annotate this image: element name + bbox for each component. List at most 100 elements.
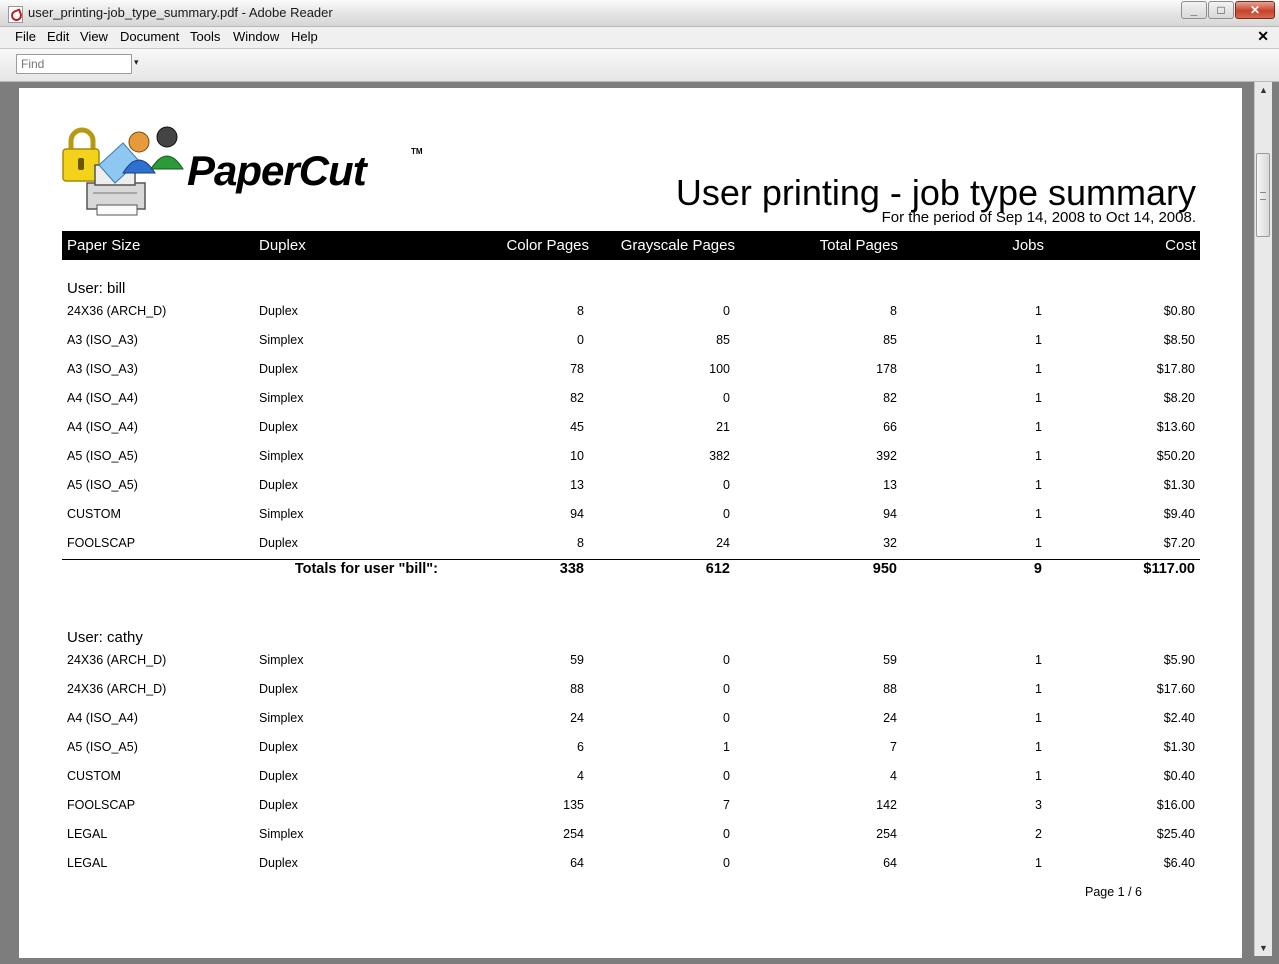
menu-view[interactable]: View — [80, 29, 108, 44]
cell-cost: $8.20 — [1163, 391, 1195, 405]
cell-cost: $1.30 — [1163, 478, 1195, 492]
cell-total-pages: 82 — [883, 391, 897, 405]
cell-grayscale-pages: 0 — [723, 391, 730, 405]
cell-paper-size: FOOLSCAP — [67, 798, 136, 812]
cell-cost: $5.90 — [1163, 653, 1195, 667]
cell-duplex: Simplex — [259, 391, 304, 405]
cell-total-pages: 85 — [883, 333, 897, 347]
cell-paper-size: A4 (ISO_A4) — [67, 391, 138, 405]
totals-color-pages: 338 — [559, 561, 584, 577]
cell-cost: $17.80 — [1156, 362, 1195, 376]
find-dropdown-icon[interactable]: ▾ — [134, 57, 139, 68]
totals-total-pages: 950 — [872, 561, 897, 577]
cell-total-pages: 13 — [883, 478, 897, 492]
cell-cost: $0.80 — [1163, 304, 1195, 318]
report-title: User printing - job type summary — [675, 172, 1196, 213]
cell-total-pages: 392 — [876, 449, 897, 463]
cell-jobs: 1 — [1035, 653, 1042, 667]
cell-jobs: 1 — [1035, 333, 1042, 347]
cell-duplex: Simplex — [259, 449, 304, 463]
cell-paper-size: A4 (ISO_A4) — [67, 420, 138, 434]
cell-color-pages: 45 — [570, 420, 584, 434]
cell-cost: $7.20 — [1163, 536, 1195, 550]
cell-duplex: Duplex — [259, 856, 298, 870]
cell-jobs: 1 — [1035, 856, 1042, 870]
cell-jobs: 1 — [1035, 362, 1042, 376]
cell-total-pages: 59 — [883, 653, 897, 667]
menu-tools[interactable]: Tools — [190, 29, 220, 44]
cell-total-pages: 178 — [876, 362, 897, 376]
vertical-scrollbar[interactable]: ▲ ▼ — [1254, 82, 1272, 956]
cell-total-pages: 32 — [883, 536, 897, 550]
cell-cost: $25.40 — [1156, 827, 1195, 841]
cell-color-pages: 254 — [563, 827, 584, 841]
cell-color-pages: 8 — [577, 304, 584, 318]
cell-paper-size: A3 (ISO_A3) — [67, 362, 138, 376]
report-period: For the period of Sep 14, 2008 to Oct 14… — [881, 209, 1196, 226]
cell-total-pages: 24 — [883, 711, 897, 725]
cell-color-pages: 94 — [570, 507, 584, 521]
cell-duplex: Duplex — [259, 304, 298, 318]
scroll-thumb[interactable] — [1256, 153, 1270, 237]
menu-edit[interactable]: Edit — [47, 29, 69, 44]
cell-cost: $13.60 — [1156, 420, 1195, 434]
col-header-jobs: Jobs — [1012, 237, 1044, 254]
cell-total-pages: 142 — [876, 798, 897, 812]
cell-color-pages: 88 — [570, 682, 584, 696]
user-label: User: cathy — [67, 629, 143, 646]
cell-duplex: Duplex — [259, 740, 298, 754]
totals-divider — [62, 559, 1200, 560]
window-title: user_printing-job_type_summary.pdf - Ado… — [28, 5, 333, 20]
cell-color-pages: 64 — [570, 856, 584, 870]
scroll-up-icon[interactable]: ▲ — [1255, 82, 1272, 98]
maximize-button[interactable]: □ — [1208, 1, 1234, 19]
cell-total-pages: 64 — [883, 856, 897, 870]
col-header-cost: Cost — [1165, 237, 1196, 254]
cell-jobs: 1 — [1035, 507, 1042, 521]
menu-help[interactable]: Help — [291, 29, 318, 44]
menu-document[interactable]: Document — [120, 29, 179, 44]
cell-color-pages: 4 — [577, 769, 584, 783]
cell-cost: $1.30 — [1163, 740, 1195, 754]
cell-grayscale-pages: 0 — [723, 653, 730, 667]
pdf-file-icon — [8, 6, 23, 23]
cell-duplex: Duplex — [259, 478, 298, 492]
scroll-down-icon[interactable]: ▼ — [1255, 940, 1272, 956]
cell-color-pages: 135 — [563, 798, 584, 812]
cell-duplex: Duplex — [259, 362, 298, 376]
close-icon: ✕ — [1249, 3, 1261, 17]
find-input[interactable] — [17, 55, 133, 73]
cell-total-pages: 8 — [890, 304, 897, 318]
cell-duplex: Duplex — [259, 798, 298, 812]
cell-jobs: 1 — [1035, 711, 1042, 725]
cell-grayscale-pages: 21 — [716, 420, 730, 434]
minimize-button[interactable]: _ — [1181, 1, 1207, 19]
cell-duplex: Duplex — [259, 420, 298, 434]
cell-cost: $8.50 — [1163, 333, 1195, 347]
cell-grayscale-pages: 0 — [723, 304, 730, 318]
page-number: Page 1 / 6 — [1085, 885, 1142, 899]
cell-jobs: 1 — [1035, 449, 1042, 463]
cell-jobs: 1 — [1035, 682, 1042, 696]
maximize-icon: □ — [1217, 3, 1225, 17]
close-button[interactable]: ✕ — [1235, 1, 1275, 19]
cell-grayscale-pages: 24 — [716, 536, 730, 550]
menu-window[interactable]: Window — [233, 29, 279, 44]
document-close-icon[interactable]: ✕ — [1257, 28, 1269, 45]
menu-file[interactable]: File — [15, 29, 36, 44]
cell-grayscale-pages: 0 — [723, 507, 730, 521]
cell-paper-size: FOOLSCAP — [67, 536, 136, 550]
col-header-total-pages: Total Pages — [819, 237, 898, 254]
cell-grayscale-pages: 85 — [716, 333, 730, 347]
col-header-color-pages: Color Pages — [506, 237, 589, 254]
totals-cost: $117.00 — [1143, 561, 1195, 577]
cell-jobs: 1 — [1035, 536, 1042, 550]
cell-duplex: Duplex — [259, 682, 298, 696]
totals-grayscale-pages: 612 — [705, 561, 730, 577]
cell-cost: $16.00 — [1156, 798, 1195, 812]
cell-grayscale-pages: 0 — [723, 827, 730, 841]
toolbar: ▾ — [0, 49, 1279, 82]
pdf-page: PaperCut TM User printing - job type sum… — [19, 88, 1242, 958]
cell-jobs: 1 — [1035, 478, 1042, 492]
cell-jobs: 1 — [1035, 769, 1042, 783]
